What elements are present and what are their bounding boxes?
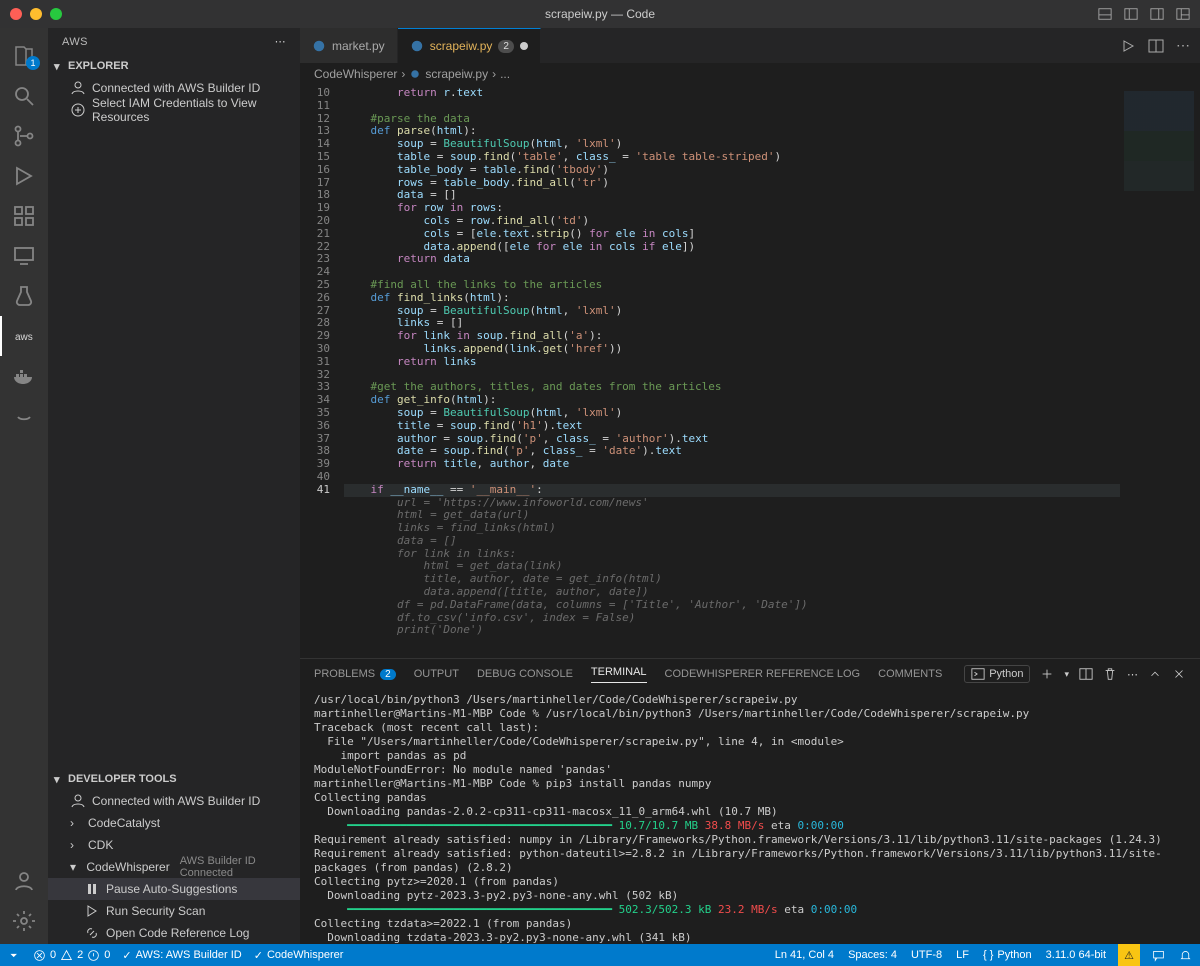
sidebar-item-cdk[interactable]: ›CDK <box>48 834 300 856</box>
status-python-version[interactable]: 3.11.0 64-bit <box>1046 949 1106 961</box>
panel-tab-comments[interactable]: COMMENTS <box>878 668 942 680</box>
code-editor[interactable]: 1011121314151617181920212223242526272829… <box>300 85 1200 658</box>
tab-market-py[interactable]: market.py <box>300 28 398 63</box>
breadcrumb[interactable]: CodeWhisperer › scrapeiw.py › ... <box>300 63 1200 85</box>
sidebar-item-devtools-builder[interactable]: Connected with AWS Builder ID <box>48 790 300 812</box>
status-codewhisperer[interactable]: ✓ CodeWhisperer <box>254 949 344 962</box>
bottom-panel: PROBLEMS2 OUTPUT DEBUG CONSOLE TERMINAL … <box>300 658 1200 944</box>
link-icon <box>84 925 100 941</box>
close-icon[interactable] <box>1172 667 1186 681</box>
status-eol[interactable]: LF <box>956 949 969 961</box>
status-language[interactable]: { } Python <box>983 949 1032 961</box>
trash-icon[interactable] <box>1103 667 1117 681</box>
close-icon[interactable] <box>10 8 22 20</box>
sidebar-item-iam[interactable]: Select IAM Credentials to View Resources <box>48 99 300 121</box>
aws-icon[interactable]: aws <box>0 316 48 356</box>
diagnostics-badge: 2 <box>498 40 514 53</box>
svg-text:aws: aws <box>15 332 33 343</box>
sidebar-item-codewhisperer[interactable]: ▾CodeWhisperer AWS Builder ID Connected <box>48 856 300 878</box>
user-icon <box>70 793 86 809</box>
unsaved-dot-icon <box>520 42 528 50</box>
status-indent[interactable]: Spaces: 4 <box>848 949 897 961</box>
panel-tab-debug[interactable]: DEBUG CONSOLE <box>477 668 573 680</box>
extensions-icon[interactable] <box>0 196 48 236</box>
python-file-icon <box>410 39 424 53</box>
editor-area: market.py scrapeiw.py 2 ⋯ CodeWhisperer … <box>300 28 1200 944</box>
plus-icon[interactable] <box>1040 667 1054 681</box>
window-title: scrapeiw.py — Code <box>545 7 655 21</box>
minimize-icon[interactable] <box>30 8 42 20</box>
devtools-section[interactable]: ▾DEVELOPER TOOLS <box>48 768 300 790</box>
maximize-icon[interactable] <box>50 8 62 20</box>
panel-tab-terminal[interactable]: TERMINAL <box>591 666 647 683</box>
panel-tab-problems[interactable]: PROBLEMS2 <box>314 668 396 680</box>
plus-circle-icon <box>70 102 86 118</box>
titlebar: scrapeiw.py — Code <box>0 0 1200 28</box>
source-control-icon[interactable] <box>0 116 48 156</box>
editor-tabs: market.py scrapeiw.py 2 ⋯ <box>300 28 1200 63</box>
status-encoding[interactable]: UTF-8 <box>911 949 942 961</box>
remote-icon[interactable] <box>0 236 48 276</box>
more-icon[interactable]: ⋯ <box>275 35 286 48</box>
run-icon[interactable] <box>1120 38 1136 54</box>
pause-icon <box>84 881 100 897</box>
more-icon[interactable]: ⋯ <box>1127 668 1138 681</box>
sidebar-title: AWS <box>62 36 88 48</box>
status-bell-icon[interactable] <box>1179 949 1192 962</box>
testing-icon[interactable] <box>0 276 48 316</box>
sidebar-item-pause-suggestions[interactable]: Pause Auto-Suggestions <box>48 878 300 900</box>
run-debug-icon[interactable] <box>0 156 48 196</box>
status-aws[interactable]: ✓ AWS: AWS Builder ID <box>122 949 241 962</box>
split-editor-icon[interactable] <box>1148 38 1164 54</box>
sidebar-item-reference-log[interactable]: Open Code Reference Log <box>48 922 300 944</box>
terminal-profile[interactable]: Python <box>964 665 1030 683</box>
status-problems[interactable]: 0 2 0 <box>33 949 110 962</box>
status-feedback-icon[interactable] <box>1152 949 1165 962</box>
explorer-icon[interactable]: 1 <box>0 36 48 76</box>
python-file-icon <box>409 68 421 80</box>
status-bar: 0 2 0 ✓ AWS: AWS Builder ID ✓ CodeWhispe… <box>0 944 1200 966</box>
chevron-up-icon[interactable] <box>1148 667 1162 681</box>
activity-bar: 1 aws <box>0 28 48 944</box>
terminal-output[interactable]: /usr/local/bin/python3 /Users/martinhell… <box>300 689 1200 944</box>
tab-scrapeiw-py[interactable]: scrapeiw.py 2 <box>398 28 541 63</box>
account-icon[interactable] <box>0 864 48 904</box>
split-terminal-icon[interactable] <box>1079 667 1093 681</box>
sidebar-item-security-scan[interactable]: Run Security Scan <box>48 900 300 922</box>
panel-tab-output[interactable]: OUTPUT <box>414 668 459 680</box>
code-content[interactable]: return r.text #parse the data def parse(… <box>344 85 1120 658</box>
layout-customize-icon[interactable] <box>1176 7 1190 21</box>
layout-sidebar-left-icon[interactable] <box>1124 7 1138 21</box>
docker-icon[interactable] <box>0 356 48 396</box>
sidebar: AWS ⋯ ▾EXPLORER Connected with AWS Build… <box>48 28 300 944</box>
status-warning-icon[interactable]: ⚠ <box>1118 944 1140 966</box>
user-icon <box>70 80 86 96</box>
remote-indicator[interactable] <box>8 949 21 962</box>
panel-tab-cw-reflog[interactable]: CODEWHISPERER REFERENCE LOG <box>665 668 861 680</box>
terminal-icon <box>971 667 985 681</box>
line-numbers: 1011121314151617181920212223242526272829… <box>300 85 344 658</box>
python-file-icon <box>312 39 326 53</box>
layout-panel-icon[interactable] <box>1098 7 1112 21</box>
play-bug-icon <box>84 903 100 919</box>
search-icon[interactable] <box>0 76 48 116</box>
chevron-down-icon[interactable]: ▾ <box>1064 669 1069 680</box>
window-controls <box>10 8 62 20</box>
more-icon[interactable]: ⋯ <box>1176 37 1190 54</box>
explorer-section[interactable]: ▾EXPLORER <box>48 55 300 77</box>
status-cursor-pos[interactable]: Ln 41, Col 4 <box>775 949 834 961</box>
settings-gear-icon[interactable] <box>0 904 48 944</box>
layout-sidebar-right-icon[interactable] <box>1150 7 1164 21</box>
smile-icon[interactable] <box>0 396 48 436</box>
minimap[interactable] <box>1120 85 1200 658</box>
sidebar-item-codecatalyst[interactable]: ›CodeCatalyst <box>48 812 300 834</box>
